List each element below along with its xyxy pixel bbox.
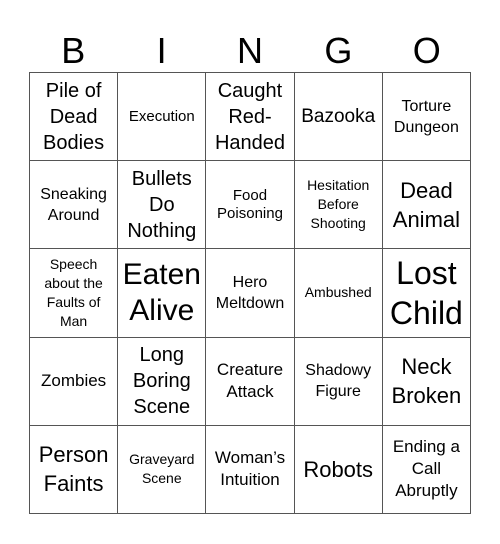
bingo-cell[interactable]: Person Faints xyxy=(30,425,119,514)
bingo-cell[interactable]: Dead Animal xyxy=(382,161,471,250)
cell-text: Caught Red-Handed xyxy=(214,79,286,154)
cell-text: Woman’s Intuition xyxy=(214,448,286,490)
bingo-cell[interactable]: Caught Red-Handed xyxy=(206,73,295,162)
bingo-cell[interactable]: Bazooka xyxy=(294,73,383,162)
bingo-card: Pile of Dead Bodies Execution Caught Red… xyxy=(29,72,471,514)
cell-text: Sneaking Around xyxy=(40,185,107,224)
bingo-cell[interactable]: Shadowy Figure xyxy=(294,337,383,426)
cell-text: Creature Attack xyxy=(216,360,284,402)
bingo-header: B I N G O xyxy=(29,30,471,72)
cell-text: Person Faints xyxy=(38,442,109,497)
cell-text: Eaten Alive xyxy=(122,257,201,327)
cell-text: Execution xyxy=(128,107,195,125)
cell-text: Pile of Dead Bodies xyxy=(43,79,105,154)
bingo-cell[interactable]: Pile of Dead Bodies xyxy=(30,73,119,162)
bingo-cell[interactable]: Creature Attack xyxy=(206,337,295,426)
bingo-cell[interactable]: Robots xyxy=(294,425,383,514)
bingo-cell[interactable]: Hesitation Before Shooting xyxy=(294,161,383,250)
header-letter-o: O xyxy=(412,30,441,71)
bingo-cell[interactable]: Hero Meltdown xyxy=(206,249,295,338)
cell-text: Neck Broken xyxy=(391,354,462,409)
bingo-cell[interactable]: Long Boring Scene xyxy=(118,337,207,426)
cell-text: Robots xyxy=(303,456,374,482)
cell-text: Graveyard Scene xyxy=(129,451,195,487)
header-letter-b: B xyxy=(61,30,86,71)
bingo-cell[interactable]: Speech about the Faults of Man xyxy=(30,249,119,338)
cell-text: Dead Animal xyxy=(392,177,461,232)
bingo-cell[interactable]: Ending a Call Abruptly xyxy=(382,425,471,514)
cell-text: Ending a Call Abruptly xyxy=(392,437,460,501)
cell-text: Zombies xyxy=(41,371,107,391)
bingo-cell[interactable]: Zombies xyxy=(30,337,119,426)
header-letter-n: N xyxy=(236,30,263,71)
bingo-cell[interactable]: Bullets Do Nothing xyxy=(118,161,207,250)
bingo-cell[interactable]: Execution xyxy=(118,73,207,162)
header-letter-i: I xyxy=(156,30,167,71)
cell-text: Hero Meltdown xyxy=(215,273,285,312)
bingo-cell[interactable]: Graveyard Scene xyxy=(118,425,207,514)
cell-text: Bullets Do Nothing xyxy=(127,167,197,242)
bingo-cell[interactable]: Food Poisoning xyxy=(206,161,295,250)
cell-text: Torture Dungeon xyxy=(393,97,459,136)
cell-text: Long Boring Scene xyxy=(132,344,191,419)
cell-text: Speech about the Faults of Man xyxy=(44,255,103,329)
cell-text: Ambushed xyxy=(304,284,372,301)
bingo-cell[interactable]: Ambushed xyxy=(294,249,383,338)
header-letter-g: G xyxy=(324,30,353,71)
bingo-cell[interactable]: Lost Child xyxy=(382,249,471,338)
bingo-cell[interactable]: Neck Broken xyxy=(382,337,471,426)
cell-text: Lost Child xyxy=(389,254,463,331)
bingo-cell[interactable]: Sneaking Around xyxy=(30,161,119,250)
bingo-cell[interactable]: Torture Dungeon xyxy=(382,73,471,162)
bingo-cell[interactable]: Eaten Alive xyxy=(118,249,207,338)
cell-text: Food Poisoning xyxy=(217,186,283,222)
cell-text: Hesitation Before Shooting xyxy=(307,177,370,232)
cell-text: Shadowy Figure xyxy=(305,362,372,401)
bingo-cell[interactable]: Woman’s Intuition xyxy=(206,425,295,514)
cell-text: Bazooka xyxy=(301,105,376,127)
